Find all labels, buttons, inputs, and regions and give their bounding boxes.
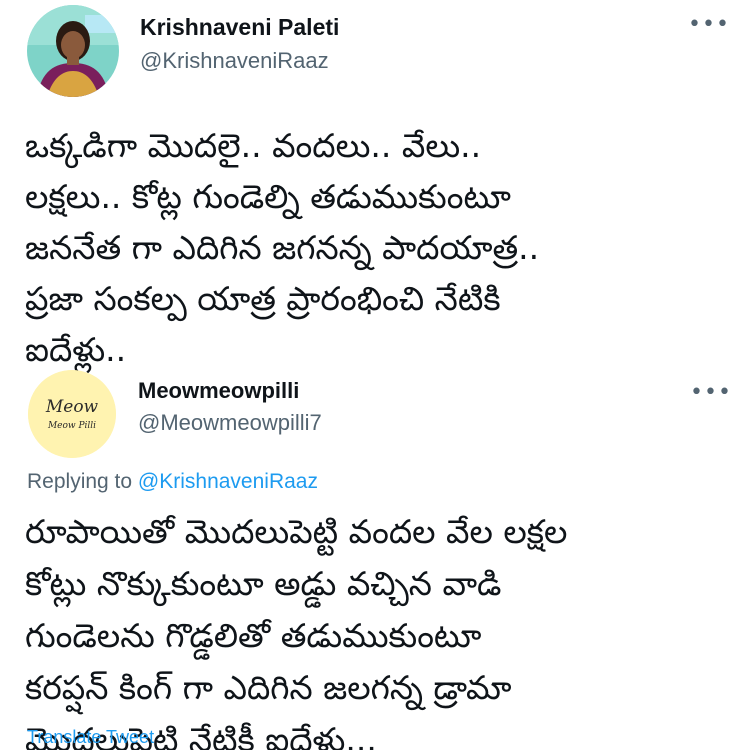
avatar-text-line1: Meow [45, 397, 99, 417]
author-name[interactable]: Meowmeowpilli [138, 378, 299, 404]
replying-to-label: Replying to [27, 470, 133, 493]
translate-tweet-link[interactable]: Translate Tweet [27, 727, 154, 748]
more-options-icon[interactable]: ••• [688, 14, 730, 36]
author-name[interactable]: Krishnaveni Paleti [140, 14, 339, 41]
original-tweet: Krishnaveni Paleti @KrishnaveniRaaz ••• … [0, 0, 750, 370]
avatar[interactable]: Meow Meow Pilli [28, 370, 116, 458]
tweet-text: ఒక్కడిగా మొదలై.. వందలు.. వేలు.. లక్షలు..… [25, 126, 540, 369]
avatar-text-line2: Meow Pilli [47, 421, 96, 431]
reply-text: రూపాయితో మొదలుపెట్టి వందల వేల లక్షల కోట్… [25, 512, 568, 750]
author-handle[interactable]: @Meowmeowpilli7 [138, 410, 322, 436]
more-options-icon[interactable]: ••• [690, 382, 732, 404]
avatar[interactable] [27, 5, 119, 97]
replying-to: Replying to @KrishnaveniRaaz [27, 470, 318, 494]
meow-logo: Meow Meow Pilli [28, 370, 116, 458]
replying-to-handle[interactable]: @KrishnaveniRaaz [138, 470, 318, 493]
reply-tweet: Meow Meow Pilli Meowmeowpilli @Meowmeowp… [0, 370, 750, 750]
author-handle[interactable]: @KrishnaveniRaaz [140, 48, 329, 74]
profile-photo [27, 5, 119, 97]
